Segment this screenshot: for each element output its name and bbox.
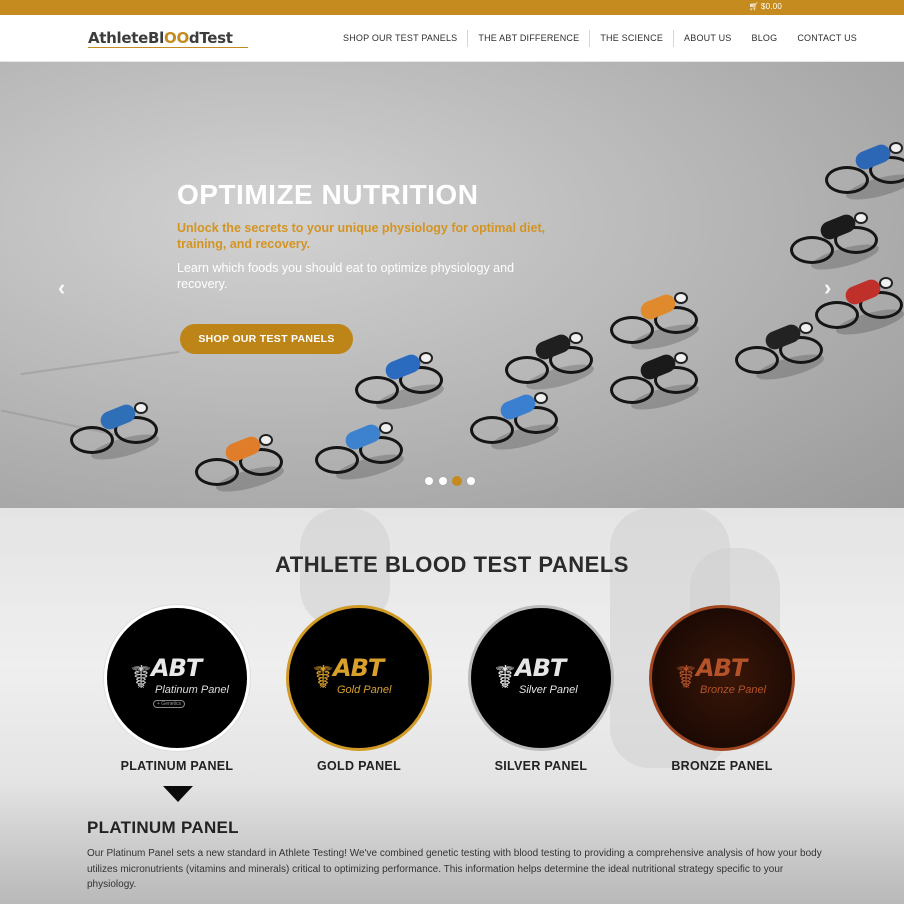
test-panels-section: ATHLETE BLOOD TEST PANELS ☤ ABT Platinum…	[0, 508, 904, 904]
cyclist-image	[505, 331, 597, 395]
cyclist-image	[610, 351, 702, 415]
badge-name-text: Platinum Panel	[155, 684, 229, 696]
badge-abt-text: ABT	[151, 654, 202, 682]
cyclist-image	[790, 211, 882, 275]
nav-shop-test-panels[interactable]: SHOP OUR TEST PANELS	[333, 30, 467, 47]
cart-link[interactable]: 🛒︎ $0.00	[749, 1, 782, 13]
panel-card-silver[interactable]: ☤ ABT Silver Panel SILVER PANEL	[466, 605, 616, 773]
cyclist-image	[735, 321, 827, 385]
nav-abt-difference[interactable]: THE ABT DIFFERENCE	[467, 30, 589, 47]
cyclist-image	[70, 401, 162, 465]
cart-total: $0.00	[760, 2, 782, 11]
panel-label[interactable]: BRONZE PANEL	[647, 759, 797, 773]
badge-name-text: Bronze Panel	[700, 684, 767, 696]
selected-panel-pointer-icon	[163, 786, 193, 802]
section-title: ATHLETE BLOOD TEST PANELS	[275, 552, 629, 577]
badge-abt-text: ABT	[333, 654, 384, 682]
main-nav: SHOP OUR TEST PANELS THE ABT DIFFERENCE …	[333, 15, 867, 62]
chevron-left-icon[interactable]: ‹	[58, 276, 65, 300]
hero-title: OPTIMIZE NUTRITION	[177, 179, 479, 210]
selected-panel-description: Our Platinum Panel sets a new standard i…	[87, 848, 822, 890]
panel-card-platinum[interactable]: ☤ ABT Platinum Panel + Genetics PLATINUM…	[102, 605, 252, 773]
badge-name-text: Gold Panel	[337, 684, 392, 696]
panel-label[interactable]: GOLD PANEL	[284, 759, 434, 773]
silver-panel-badge[interactable]: ☤ ABT Silver Panel	[468, 605, 614, 751]
road-crack	[20, 350, 180, 376]
badge-abt-text: ABT	[696, 654, 747, 682]
badge-genetics-tag: + Genetics	[153, 700, 186, 708]
slider-dot-1[interactable]	[424, 476, 434, 486]
slider-dot-3[interactable]	[452, 476, 462, 486]
panel-card-gold[interactable]: ☤ ABT Gold Panel GOLD PANEL	[284, 605, 434, 773]
badge-abt-text: ABT	[515, 654, 566, 682]
slider-dot-4[interactable]	[466, 476, 476, 486]
selected-panel-title: PLATINUM PANEL	[87, 818, 239, 837]
nav-blog[interactable]: BLOG	[742, 30, 788, 47]
cyclist-image	[825, 141, 904, 205]
top-utility-bar: 🛒︎ $0.00	[0, 0, 904, 15]
hero-slider: OPTIMIZE NUTRITION Unlock the secrets to…	[0, 62, 904, 508]
gold-panel-badge[interactable]: ☤ ABT Gold Panel	[286, 605, 432, 751]
nav-about-us[interactable]: ABOUT US	[673, 30, 741, 47]
hero-subtitle: Unlock the secrets to your unique physio…	[177, 221, 546, 251]
platinum-panel-badge[interactable]: ☤ ABT Platinum Panel + Genetics	[104, 605, 250, 751]
cyclist-image	[195, 433, 287, 497]
chevron-right-icon[interactable]: ›	[824, 276, 831, 300]
badge-name-text: Silver Panel	[519, 684, 578, 696]
bronze-panel-badge[interactable]: ☤ ABT Bronze Panel	[649, 605, 795, 751]
panel-label[interactable]: SILVER PANEL	[466, 759, 616, 773]
cyclist-image	[610, 291, 702, 355]
panel-card-bronze[interactable]: ☤ ABT Bronze Panel BRONZE PANEL	[647, 605, 797, 773]
logo-text-1: AthleteBl	[88, 29, 164, 47]
cart-icon: 🛒︎	[748, 2, 759, 11]
slider-dots	[424, 476, 476, 486]
site-logo[interactable]: AthleteBlOOdTest	[88, 28, 248, 48]
logo-text-dna: OO	[164, 29, 189, 47]
nav-contact-us[interactable]: CONTACT US	[787, 30, 867, 47]
nav-the-science[interactable]: THE SCIENCE	[589, 30, 673, 47]
shop-test-panels-button[interactable]: SHOP OUR TEST PANELS	[180, 324, 353, 354]
hero-body-text: Learn which foods you should eat to opti…	[177, 261, 515, 291]
logo-text-2: dTest	[188, 29, 233, 47]
slider-dot-2[interactable]	[438, 476, 448, 486]
cyclist-image	[315, 421, 407, 485]
site-header: AthleteBlOOdTest SHOP OUR TEST PANELS TH…	[0, 15, 904, 62]
cyclist-image	[355, 351, 447, 415]
cyclist-image	[470, 391, 562, 455]
panel-label[interactable]: PLATINUM PANEL	[102, 759, 252, 773]
